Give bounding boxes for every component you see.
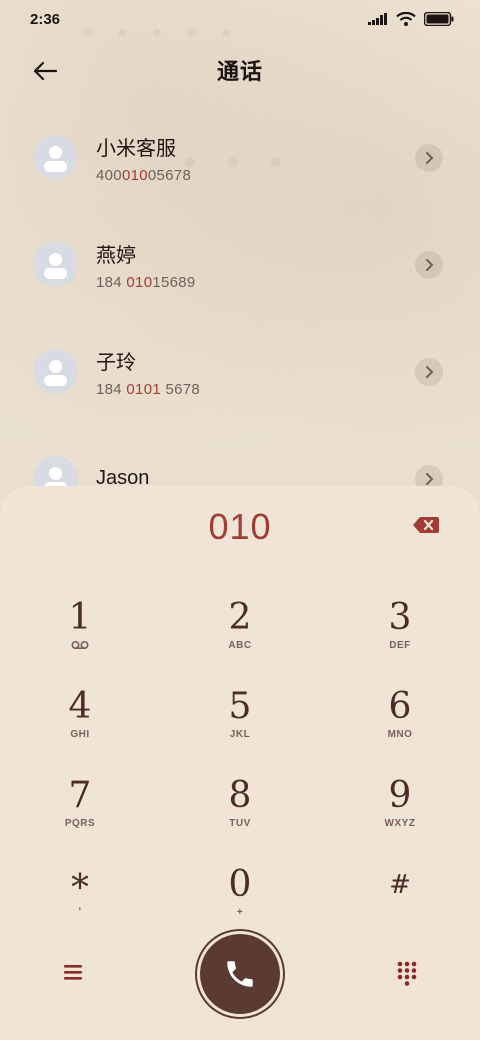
key-7[interactable]: 7 PQRS [0,772,160,861]
dialpad-toggle-button[interactable] [396,960,418,986]
chevron-right-icon [426,365,434,378]
key-1[interactable]: 1 [0,594,160,683]
dialer-panel: 010 1 2 ABC 3 DEF 4 GHI 5 JKL 6 MNO 7 PQ… [0,486,480,1040]
battery-icon [424,12,454,26]
chevron-right-icon [426,472,434,485]
dialpad-icon [397,961,417,986]
key-letters: PQRS [64,818,96,829]
contact-name: 燕婷 [96,244,136,267]
key-digit: 4 [68,686,92,727]
key-2[interactable]: 2 ABC [160,594,320,683]
key-3[interactable]: 3 DEF [320,594,480,683]
contact-row[interactable]: 燕婷 184 01015689 [0,211,480,318]
app-header: 通话 [0,48,480,92]
phone-icon [227,961,253,987]
key-letters: , [78,901,82,912]
backspace-button[interactable] [412,514,440,536]
back-button[interactable] [28,54,62,88]
voicemail-icon [71,640,89,650]
contact-number: 40001005678 [96,166,192,184]
contact-row[interactable]: 子玲 184 0101 5678 [0,318,480,425]
arrow-left-icon [33,61,58,81]
backspace-icon [413,517,439,533]
key-digit: # [389,870,411,900]
menu-button[interactable] [62,962,86,982]
chevron-right-icon [426,258,434,271]
key-digit: 9 [388,775,412,816]
avatar [33,349,78,394]
key-letters: + [236,907,244,918]
key-digit: 3 [388,597,412,638]
key-8[interactable]: 8 TUV [160,772,320,861]
key-digit: 8 [228,775,252,816]
key-digit: 0 [228,864,252,905]
contact-number: 184 01015689 [96,273,196,291]
contact-name: 子玲 [96,351,136,374]
key-letters: WXYZ [384,818,416,829]
key-letters: GHI [70,729,90,740]
status-bar: 2:36 [0,0,480,38]
key-4[interactable]: 4 GHI [0,683,160,772]
key-letters: JKL [229,729,251,740]
chevron-right-icon [426,151,434,164]
key-letters: DEF [389,640,411,651]
dialer-bottom-bar [0,934,480,1014]
key-6[interactable]: 6 MNO [320,683,480,772]
status-icons [368,12,454,26]
contact-detail-button[interactable] [415,357,443,386]
contact-row[interactable]: 小米客服 40001005678 [0,104,480,211]
key-letters: TUV [229,818,251,829]
contact-name: 小米客服 [96,137,176,160]
call-button[interactable] [200,934,280,1014]
key-digit: 2 [228,597,252,638]
wifi-icon [396,12,416,26]
key-9[interactable]: 9 WXYZ [320,772,480,861]
menu-icon [64,965,82,980]
contact-detail-button[interactable] [415,143,443,172]
dial-input[interactable]: 010 [0,506,480,548]
avatar [33,242,78,287]
key-letters: MNO [387,729,413,740]
keypad: 1 2 ABC 3 DEF 4 GHI 5 JKL 6 MNO 7 PQRS 8… [0,594,480,950]
key-letters: ABC [228,640,252,651]
contact-detail-button[interactable] [415,250,443,279]
page-title: 通话 [216,59,263,84]
key-5[interactable]: 5 JKL [160,683,320,772]
avatar [33,135,78,180]
status-time: 2:36 [30,10,61,28]
contact-number: 184 0101 5678 [96,380,201,398]
contact-list: 小米客服 40001005678 燕婷 184 01015689 子玲 184 … [0,104,480,532]
signal-icon [368,13,387,25]
key-digit: 1 [68,597,92,638]
key-digit: 5 [228,686,252,727]
key-digit: 6 [388,686,412,727]
key-digit: 7 [68,775,92,816]
